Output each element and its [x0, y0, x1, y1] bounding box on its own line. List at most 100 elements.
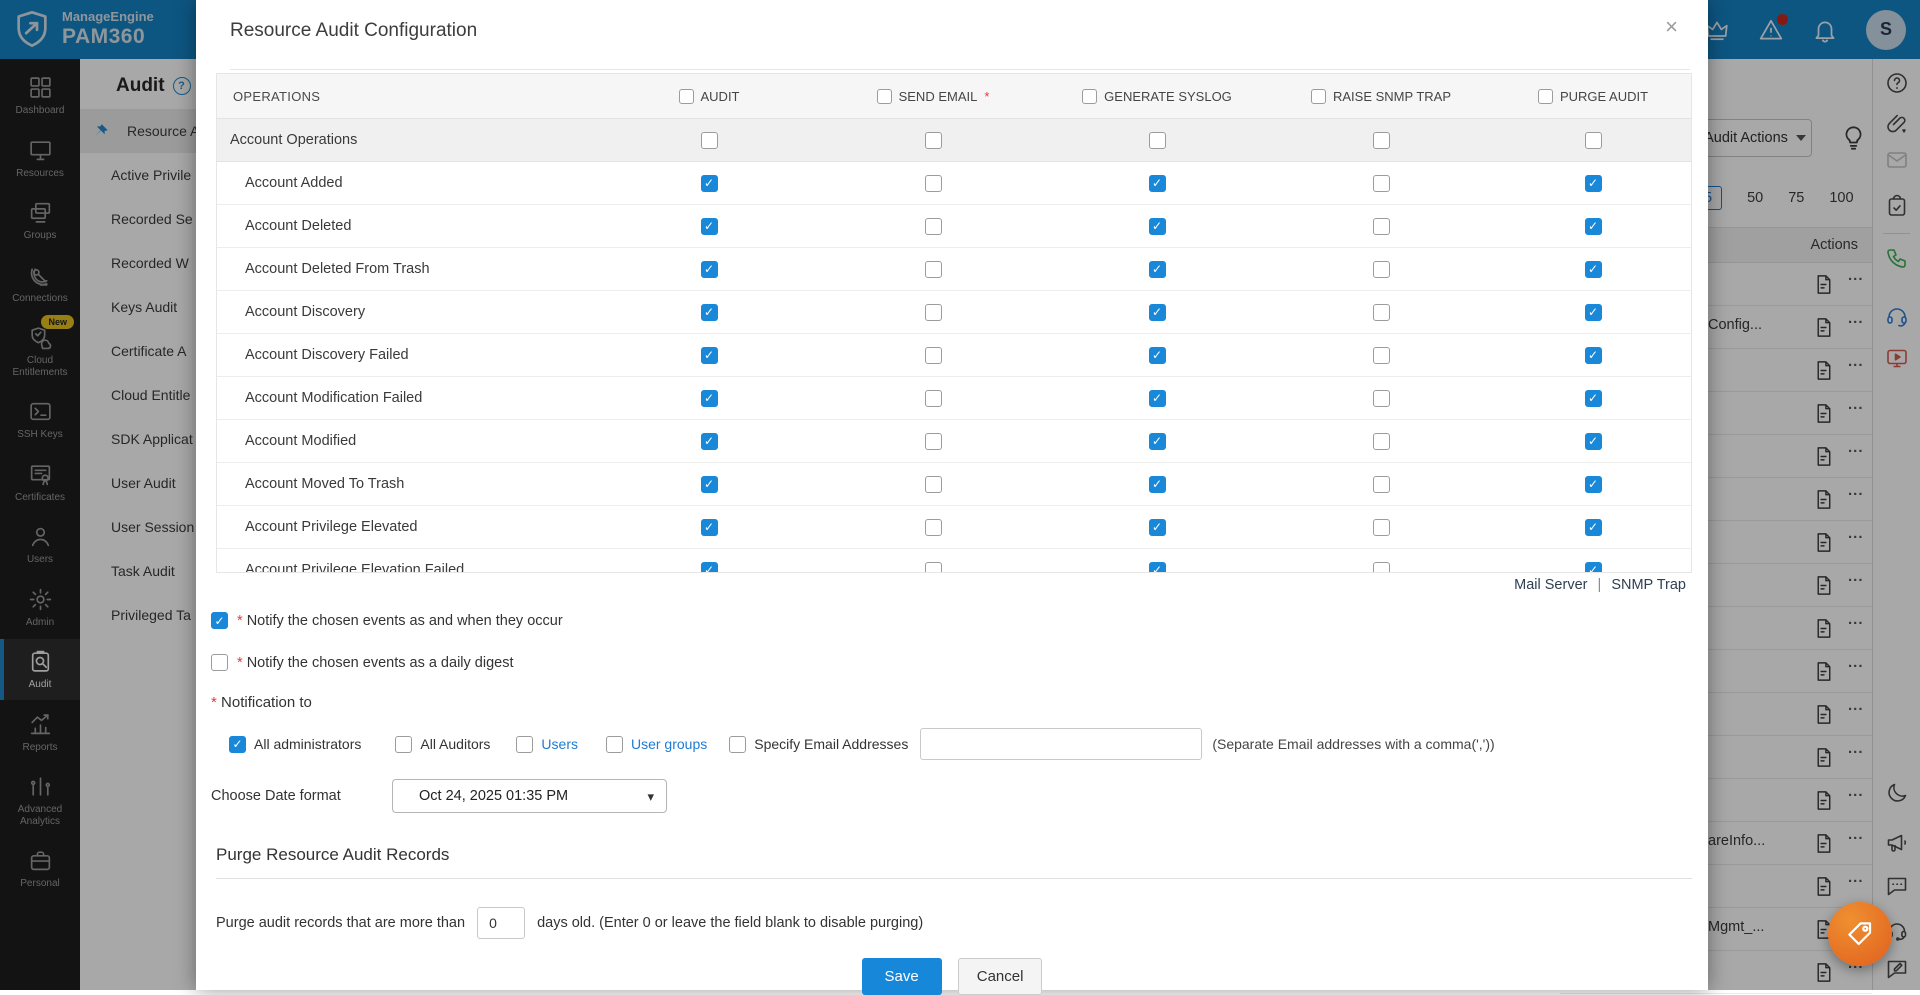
notify-digest-checkbox[interactable] — [211, 654, 228, 671]
save-button[interactable]: Save — [861, 958, 942, 995]
operation-checkbox[interactable] — [1148, 303, 1166, 321]
operation-row: Account Deleted From Trash — [217, 248, 1691, 291]
date-format-row: Choose Date format Oct 24, 2025 01:35 PM… — [211, 779, 667, 813]
group-checkbox[interactable] — [1584, 131, 1602, 149]
pricetag-fab[interactable] — [1828, 902, 1892, 966]
group-checkbox[interactable] — [924, 131, 942, 149]
purge-audit-column-checkbox[interactable] — [1537, 88, 1553, 104]
operation-checkbox[interactable] — [924, 561, 942, 572]
operation-checkbox[interactable] — [700, 346, 718, 364]
specify-email-checkbox[interactable] — [729, 735, 747, 753]
purge-row: Purge audit records that are more than d… — [216, 907, 923, 939]
operation-checkbox[interactable] — [1584, 217, 1602, 235]
all-administrators-checkbox[interactable] — [229, 735, 246, 753]
operation-checkbox[interactable] — [700, 303, 718, 321]
operation-checkbox[interactable] — [1372, 475, 1390, 493]
users-checkbox[interactable] — [516, 735, 534, 753]
operation-checkbox[interactable] — [1148, 217, 1166, 235]
operation-row: Account Modification Failed — [217, 377, 1691, 420]
operation-checkbox[interactable] — [1584, 303, 1602, 321]
date-format-select[interactable]: Oct 24, 2025 01:35 PM ▾ — [392, 779, 667, 813]
purge-text-before: Purge audit records that are more than — [216, 915, 466, 931]
operation-checkbox[interactable] — [1148, 260, 1166, 278]
operation-checkbox[interactable] — [1148, 432, 1166, 450]
server-config-links: Mail Server | SNMP Trap — [1514, 577, 1686, 593]
operation-checkbox[interactable] — [700, 432, 718, 450]
operation-checkbox[interactable] — [1584, 432, 1602, 450]
operation-checkbox[interactable] — [924, 217, 942, 235]
operation-checkbox[interactable] — [1372, 389, 1390, 407]
raise-snmp-trap-column-checkbox[interactable] — [1311, 88, 1326, 104]
operation-checkbox[interactable] — [1372, 346, 1390, 364]
account-operations-group-row: Account Operations — [217, 119, 1691, 162]
cancel-button[interactable]: Cancel — [957, 958, 1043, 995]
operation-checkbox[interactable] — [1584, 561, 1602, 572]
operation-row: Account Privilege Elevated — [217, 506, 1691, 549]
group-checkbox[interactable] — [1372, 131, 1390, 149]
resource-audit-configuration-modal: Resource Audit Configuration × OPERATION… — [196, 0, 1708, 995]
operation-label: Account Discovery Failed — [245, 347, 409, 363]
operation-checkbox[interactable] — [1584, 260, 1602, 278]
user-groups-checkbox[interactable] — [605, 735, 623, 753]
operation-checkbox[interactable] — [924, 475, 942, 493]
snmp-trap-link[interactable]: SNMP Trap — [1611, 577, 1686, 593]
operation-checkbox[interactable] — [1148, 561, 1166, 572]
operation-checkbox[interactable] — [1372, 432, 1390, 450]
operation-label: Account Privilege Elevated — [245, 519, 418, 535]
operation-checkbox[interactable] — [700, 561, 718, 572]
operation-checkbox[interactable] — [1148, 475, 1166, 493]
operation-checkbox[interactable] — [924, 303, 942, 321]
operation-checkbox[interactable] — [700, 389, 718, 407]
operation-checkbox[interactable] — [700, 518, 718, 536]
operation-checkbox[interactable] — [1584, 518, 1602, 536]
operation-checkbox[interactable] — [1148, 518, 1166, 536]
operation-label: Account Deleted — [245, 218, 352, 234]
all-auditors-label: All Auditors — [420, 736, 491, 752]
operation-checkbox[interactable] — [1372, 174, 1390, 192]
operations-column-header: OPERATIONS — [233, 88, 321, 104]
operation-checkbox[interactable] — [700, 174, 718, 192]
operation-label: Account Added — [245, 175, 343, 191]
operation-checkbox[interactable] — [700, 217, 718, 235]
operation-checkbox[interactable] — [924, 346, 942, 364]
purge-days-input[interactable] — [477, 907, 526, 939]
send-email-column-checkbox[interactable] — [876, 88, 892, 104]
users-link[interactable]: Users — [541, 736, 578, 752]
operation-label: Account Deleted From Trash — [245, 261, 430, 277]
group-row-label: Account Operations — [230, 132, 358, 148]
operation-checkbox[interactable] — [1372, 561, 1390, 572]
operation-checkbox[interactable] — [1372, 518, 1390, 536]
operation-checkbox[interactable] — [1584, 346, 1602, 364]
operation-checkbox[interactable] — [1584, 174, 1602, 192]
operation-checkbox[interactable] — [1584, 475, 1602, 493]
mail-server-link[interactable]: Mail Server — [1514, 577, 1587, 593]
operation-checkbox[interactable] — [924, 260, 942, 278]
close-icon[interactable]: × — [1665, 16, 1678, 38]
purge-text-after: days old. (Enter 0 or leave the field bl… — [537, 915, 924, 931]
group-checkbox[interactable] — [700, 131, 718, 149]
operation-checkbox[interactable] — [1372, 260, 1390, 278]
notify-occur-checkbox[interactable] — [211, 612, 228, 629]
notify-occur-row: * Notify the chosen events as and when t… — [211, 612, 563, 629]
operation-row: Account Moved To Trash — [217, 463, 1691, 506]
all-auditors-checkbox[interactable] — [395, 735, 413, 753]
operation-checkbox[interactable] — [700, 260, 718, 278]
operation-checkbox[interactable] — [700, 475, 718, 493]
operation-checkbox[interactable] — [924, 389, 942, 407]
operation-checkbox[interactable] — [1148, 174, 1166, 192]
operation-checkbox[interactable] — [1372, 303, 1390, 321]
operation-checkbox[interactable] — [924, 432, 942, 450]
user-groups-link[interactable]: User groups — [631, 736, 707, 752]
group-checkbox[interactable] — [1148, 131, 1166, 149]
operation-checkbox[interactable] — [924, 174, 942, 192]
operation-checkbox[interactable] — [1148, 389, 1166, 407]
email-addresses-input[interactable] — [920, 728, 1203, 760]
operation-label: Account Discovery — [245, 304, 366, 320]
operation-checkbox[interactable] — [1148, 346, 1166, 364]
audit-column-checkbox[interactable] — [678, 88, 694, 104]
operation-checkbox[interactable] — [1372, 217, 1390, 235]
operation-checkbox[interactable] — [924, 518, 942, 536]
operation-checkbox[interactable] — [1584, 389, 1602, 407]
generate-syslog-column-checkbox[interactable] — [1082, 88, 1098, 104]
purge-divider — [216, 878, 1692, 879]
